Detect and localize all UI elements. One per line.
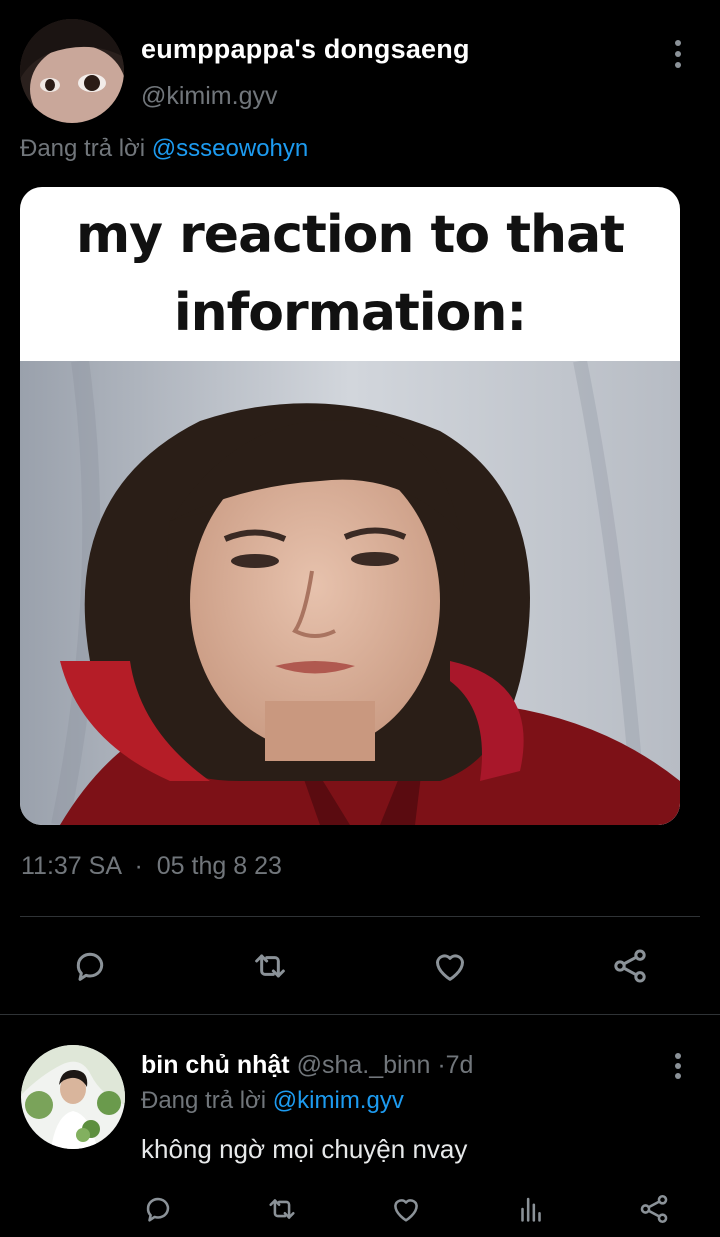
main-tweet: eumppappa's dongsaeng @kimim.gyv Đang tr… — [0, 0, 720, 1015]
reply-author-handle[interactable]: @sha._binn — [297, 1051, 431, 1079]
views-icon[interactable] — [509, 1187, 553, 1231]
replying-to: Đang trả lời @ssseowohyn — [20, 135, 308, 163]
tweet-timestamp[interactable]: 11:37 SA · 05 thg 8 23 — [21, 852, 282, 881]
tweet-time: 11:37 SA — [21, 852, 121, 880]
more-vertical-icon[interactable] — [664, 36, 692, 72]
tweet-actions — [0, 944, 720, 988]
avatar[interactable] — [20, 19, 124, 123]
meme-caption-line2: information: — [173, 283, 527, 343]
reply-text: không ngờ mọi chuyện nvay — [141, 1134, 468, 1164]
heart-icon[interactable] — [428, 944, 472, 988]
author-name[interactable]: eumppappa's dongsaeng — [141, 34, 470, 65]
reply-actions — [0, 1187, 720, 1227]
replying-to-label: Đang trả lời — [20, 135, 146, 162]
heart-icon[interactable] — [384, 1187, 428, 1231]
divider — [20, 916, 700, 917]
retweet-icon[interactable] — [248, 944, 292, 988]
more-vertical-icon[interactable] — [664, 1051, 692, 1081]
tweet-media[interactable]: my reaction to that information: — [20, 187, 680, 825]
timestamp-separator: · — [134, 852, 143, 880]
reply-icon[interactable] — [136, 1187, 180, 1231]
share-icon[interactable] — [632, 1187, 676, 1231]
reply-author-name[interactable]: bin chủ nhật — [141, 1051, 290, 1079]
tweet-date: 05 thg 8 23 — [156, 852, 282, 880]
reply-age-separator: · — [437, 1051, 446, 1079]
reply-header: bin chủ nhật @sha._binn ·7d — [141, 1051, 473, 1080]
replying-to: Đang trả lời @kimim.gyv — [141, 1087, 404, 1115]
replying-to-mention[interactable]: @kimim.gyv — [273, 1087, 404, 1114]
share-icon[interactable] — [608, 944, 652, 988]
reply-age: 7d — [445, 1051, 474, 1079]
meme-photo — [20, 361, 680, 825]
replying-to-mention[interactable]: @ssseowohyn — [152, 135, 308, 162]
reply-icon[interactable] — [68, 944, 112, 988]
reply-tweet[interactable]: bin chủ nhật @sha._binn ·7d Đang trả lời… — [0, 1015, 720, 1237]
meme-caption: my reaction to that information: — [20, 187, 680, 361]
author-handle[interactable]: @kimim.gyv — [141, 82, 278, 111]
replying-to-label: Đang trả lời — [141, 1087, 267, 1114]
meme-caption-line1: my reaction to that — [75, 205, 625, 265]
avatar[interactable] — [21, 1045, 125, 1149]
retweet-icon[interactable] — [260, 1187, 304, 1231]
